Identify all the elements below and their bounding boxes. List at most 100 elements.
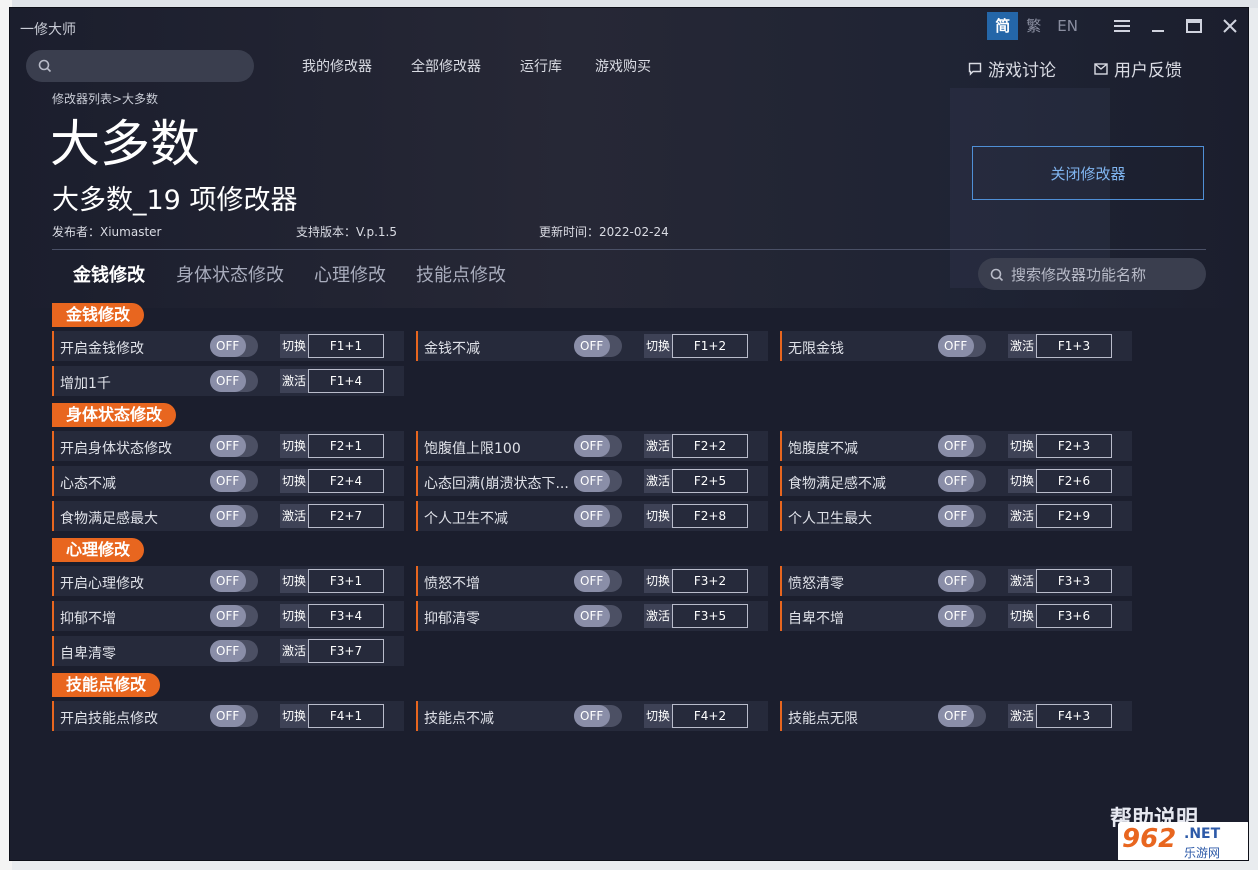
cheat-label: 食物满足感最大: [60, 511, 158, 527]
search-input[interactable]: [26, 50, 254, 82]
cheat-toggle[interactable]: OFF: [210, 335, 258, 357]
nav-all-trainers[interactable]: 全部修改器: [411, 56, 481, 76]
hotkey-field[interactable]: F2+4: [308, 469, 384, 493]
cheat-mode: 激活: [644, 469, 672, 493]
hotkey-field[interactable]: F1+3: [1036, 334, 1112, 358]
hotkey-field[interactable]: F1+4: [308, 369, 384, 393]
hotkey-field[interactable]: F2+1: [308, 434, 384, 458]
cheat-mode: 切换: [644, 569, 672, 593]
tab-mental[interactable]: 心理修改: [314, 261, 386, 287]
cheat-label: 无限金钱: [788, 341, 844, 357]
cheat-toggle[interactable]: OFF: [938, 335, 986, 357]
cheat-toggle[interactable]: OFF: [210, 640, 258, 662]
hotkey-field[interactable]: F2+3: [1036, 434, 1112, 458]
hotkey-field[interactable]: F4+2: [672, 704, 748, 728]
cheat-toggle[interactable]: OFF: [210, 370, 258, 392]
hotkey-field[interactable]: F2+2: [672, 434, 748, 458]
publisher-text: 发布者：Xiumaster: [52, 225, 162, 239]
hotkey-field[interactable]: F4+3: [1036, 704, 1112, 728]
cheat-row: 饱腹值上限100 OFF 激活 F2+2: [416, 431, 768, 461]
cheat-mode: 激活: [1008, 334, 1036, 358]
minimize-icon[interactable]: [1140, 8, 1176, 44]
cheat-toggle[interactable]: OFF: [574, 335, 622, 357]
user-feedback-link[interactable]: 用户反馈: [1094, 56, 1182, 81]
cheat-toggle[interactable]: OFF: [938, 505, 986, 527]
cheat-row: 饱腹度不减 OFF 切换 F2+3: [780, 431, 1132, 461]
cheat-label: 金钱不减: [424, 341, 480, 357]
cheat-label: 食物满足感不减: [788, 476, 886, 492]
cheat-toggle[interactable]: OFF: [574, 505, 622, 527]
cheat-toggle[interactable]: OFF: [210, 570, 258, 592]
hotkey-field[interactable]: F2+7: [308, 504, 384, 528]
breadcrumb[interactable]: 修改器列表>大多数: [52, 90, 158, 107]
hotkey-field[interactable]: F3+4: [308, 604, 384, 628]
game-discussion-link[interactable]: 游戏讨论: [968, 56, 1056, 81]
tab-skill-points[interactable]: 技能点修改: [416, 261, 506, 287]
cheat-mode: 激活: [280, 639, 308, 663]
hotkey-field[interactable]: F3+7: [308, 639, 384, 663]
hotkey-field[interactable]: F2+9: [1036, 504, 1112, 528]
close-icon[interactable]: [1212, 8, 1248, 44]
cheat-toggle[interactable]: OFF: [210, 705, 258, 727]
cheat-mode: 激活: [1008, 704, 1036, 728]
cheat-mode: 切换: [1008, 434, 1036, 458]
cheat-mode: 切换: [280, 334, 308, 358]
toggle-state: OFF: [216, 439, 240, 453]
cheat-toggle[interactable]: OFF: [938, 605, 986, 627]
hotkey-field[interactable]: F2+6: [1036, 469, 1112, 493]
cheat-toggle[interactable]: OFF: [574, 570, 622, 592]
hotkey-field[interactable]: F2+8: [672, 504, 748, 528]
cheat-toggle[interactable]: OFF: [938, 570, 986, 592]
cheat-toggle[interactable]: OFF: [938, 435, 986, 457]
cheat-toggle[interactable]: OFF: [210, 605, 258, 627]
cheat-row: 增加1千 OFF 激活 F1+4: [52, 366, 404, 396]
cheat-toggle[interactable]: OFF: [574, 705, 622, 727]
cheat-toggle[interactable]: OFF: [210, 435, 258, 457]
cheat-mode: 切换: [280, 469, 308, 493]
cheat-mode: 切换: [644, 704, 672, 728]
cheat-row: 个人卫生不减 OFF 切换 F2+8: [416, 501, 768, 531]
hotkey-field[interactable]: F1+2: [672, 334, 748, 358]
updated-text: 更新时间：2022-02-24: [539, 225, 669, 239]
tab-body-status[interactable]: 身体状态修改: [176, 261, 284, 287]
lang-traditional[interactable]: 繁: [1018, 12, 1049, 40]
function-search-input[interactable]: 搜索修改器功能名称: [978, 258, 1206, 290]
lang-simplified[interactable]: 简: [987, 12, 1019, 40]
hotkey-field[interactable]: F3+5: [672, 604, 748, 628]
hotkey-field[interactable]: F3+1: [308, 569, 384, 593]
cheat-label: 心态回满(崩溃状态下...: [424, 476, 569, 492]
menu-icon[interactable]: [1104, 8, 1140, 44]
nav-my-trainers[interactable]: 我的修改器: [302, 56, 372, 76]
section-header: 身体状态修改: [52, 403, 177, 427]
tab-money[interactable]: 金钱修改: [73, 261, 145, 287]
cheat-toggle[interactable]: OFF: [938, 470, 986, 492]
cheat-toggle[interactable]: OFF: [574, 470, 622, 492]
cheat-toggle[interactable]: OFF: [574, 605, 622, 627]
cheat-row: 心态回满(崩溃状态下... OFF 激活 F2+5: [416, 466, 768, 496]
toggle-state: OFF: [216, 644, 240, 658]
hotkey-field[interactable]: F4+1: [308, 704, 384, 728]
desktop-background: [0, 0, 1258, 8]
window-controls: 简 繁 EN: [987, 8, 1248, 44]
hotkey-field[interactable]: F2+5: [672, 469, 748, 493]
version-text: 支持版本：V.p.1.5: [296, 225, 397, 239]
hotkey-field[interactable]: F1+1: [308, 334, 384, 358]
cheat-toggle[interactable]: OFF: [938, 705, 986, 727]
nav-runtime[interactable]: 运行库: [520, 56, 562, 76]
hotkey-field[interactable]: F3+6: [1036, 604, 1112, 628]
cheat-row: 技能点不减 OFF 切换 F4+2: [416, 701, 768, 731]
lang-english[interactable]: EN: [1049, 12, 1086, 40]
maximize-icon[interactable]: [1176, 8, 1212, 44]
cheat-toggle[interactable]: OFF: [210, 470, 258, 492]
watermark-net: .NET: [1184, 826, 1221, 842]
hotkey-field[interactable]: F3+2: [672, 569, 748, 593]
mail-icon: [1094, 62, 1108, 75]
hotkey-field[interactable]: F3+3: [1036, 569, 1112, 593]
close-trainer-button[interactable]: 关闭修改器: [972, 146, 1204, 200]
toggle-state: OFF: [216, 709, 240, 723]
nav-game-purchase[interactable]: 游戏购买: [595, 56, 651, 76]
cheat-toggle[interactable]: OFF: [574, 435, 622, 457]
cheat-row: 金钱不减 OFF 切换 F1+2: [416, 331, 768, 361]
cheat-toggle[interactable]: OFF: [210, 505, 258, 527]
toggle-state: OFF: [580, 574, 604, 588]
